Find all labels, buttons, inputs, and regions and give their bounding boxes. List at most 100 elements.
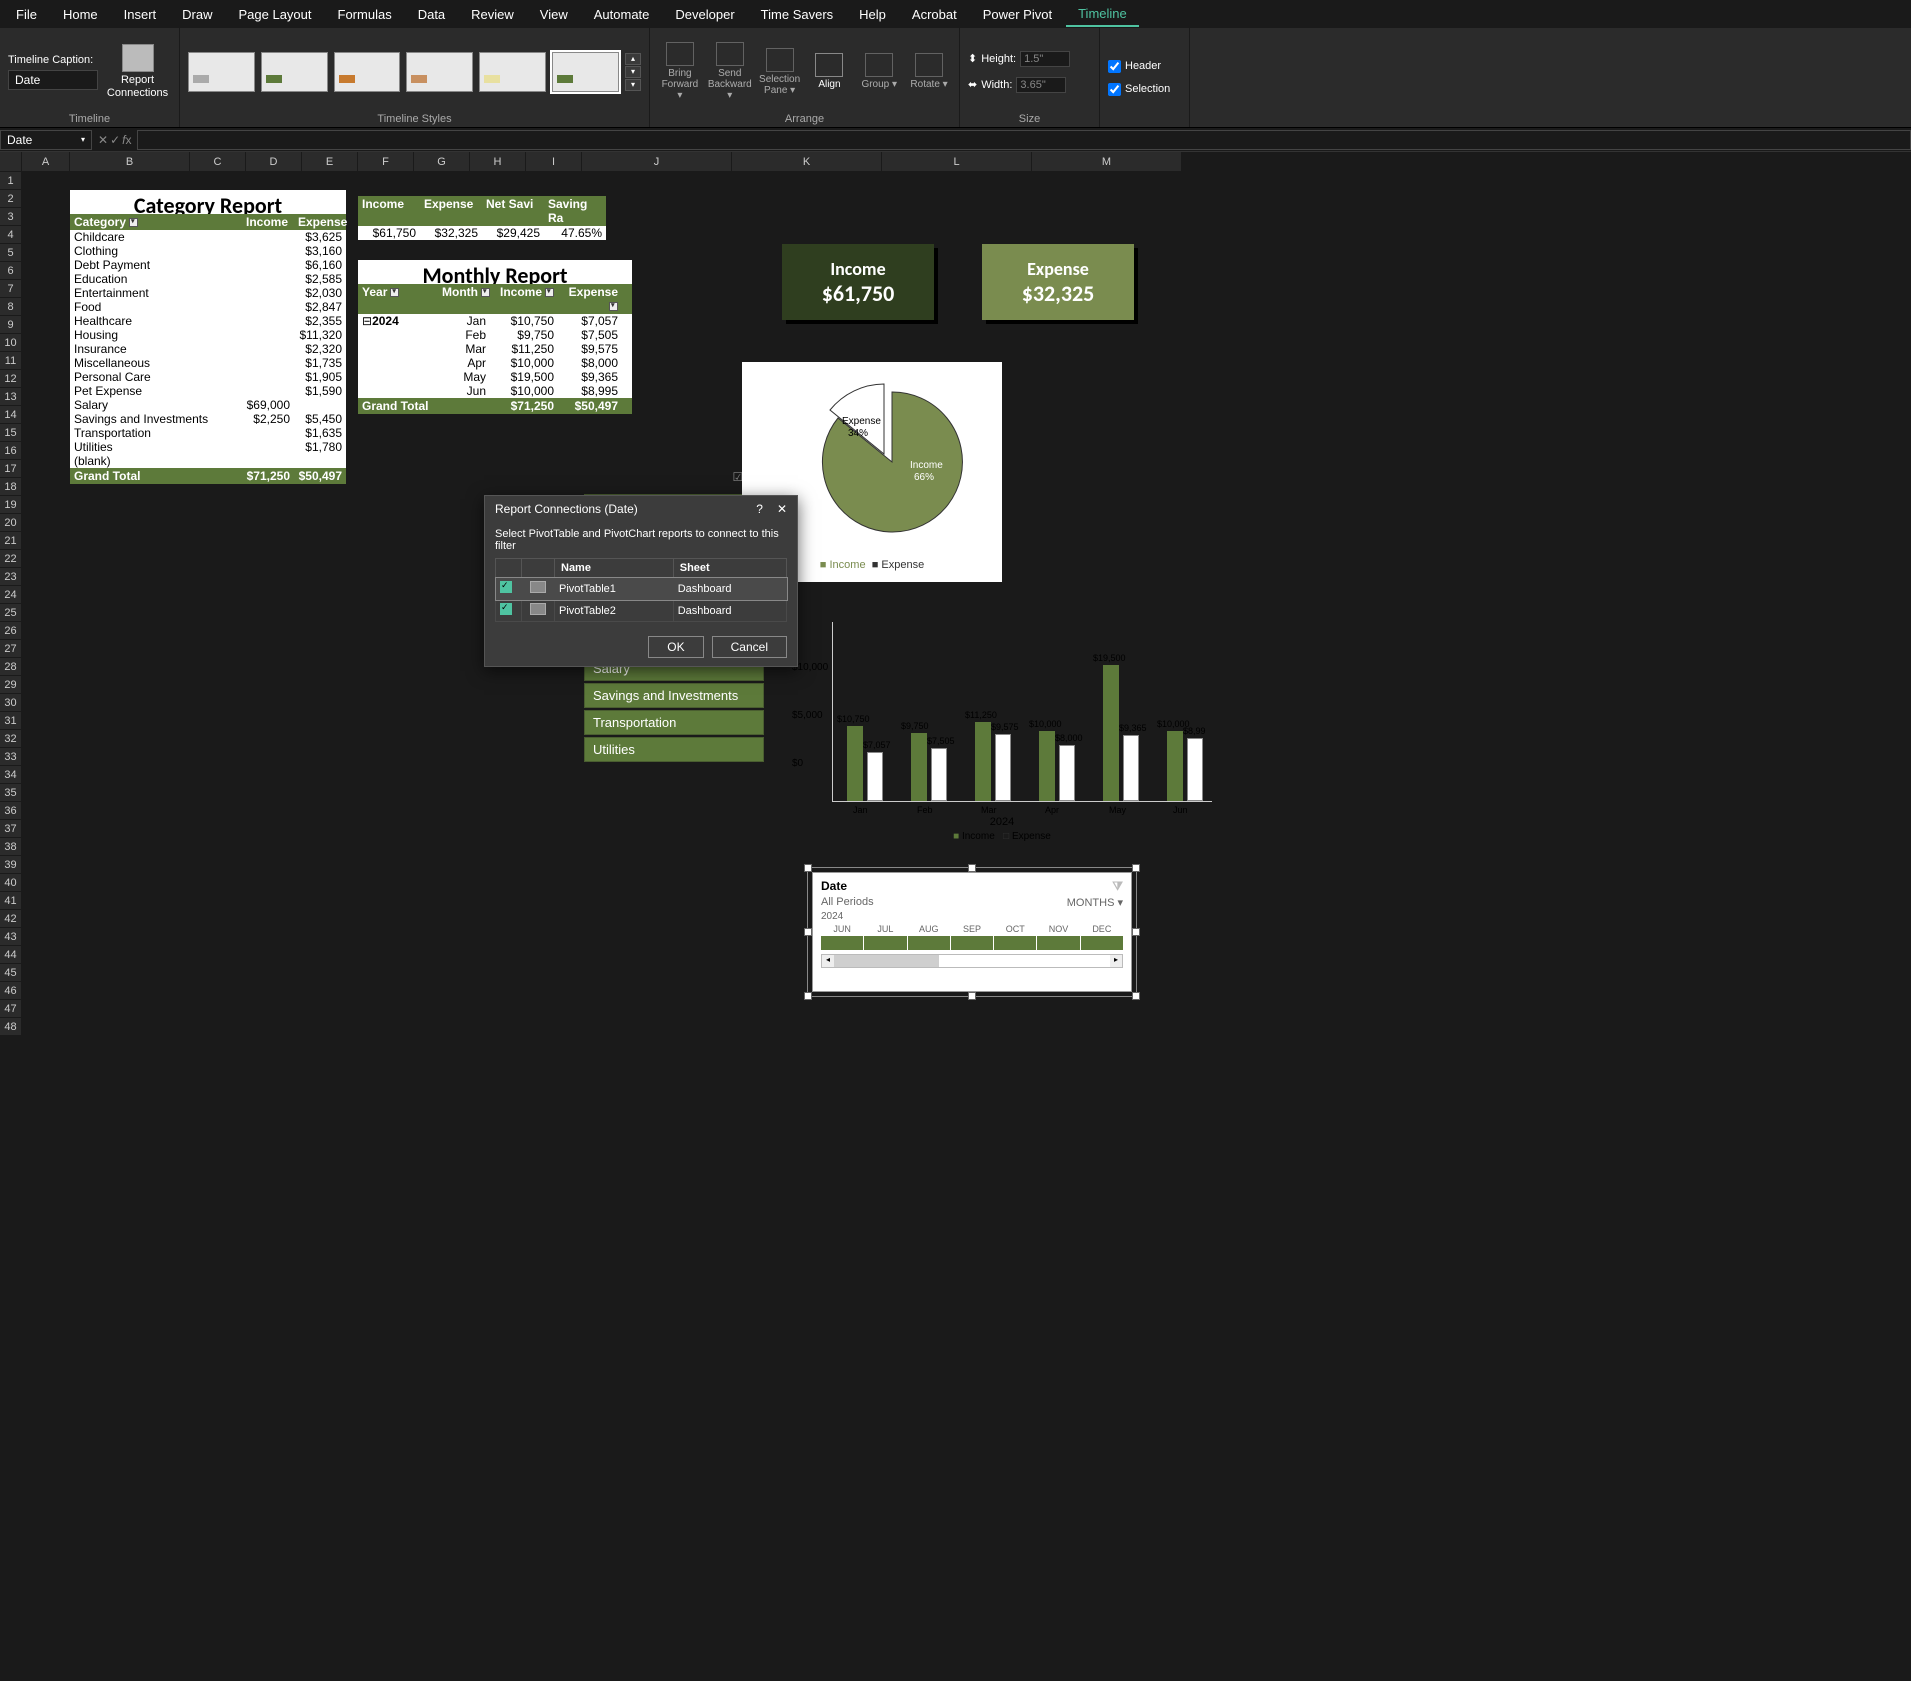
row-header[interactable]: 43	[0, 928, 22, 946]
menu-tab-timeline[interactable]: Timeline	[1066, 2, 1139, 27]
row-header[interactable]: 12	[0, 370, 22, 388]
formula-input[interactable]	[137, 130, 1911, 150]
row-header[interactable]: 42	[0, 910, 22, 928]
row-header[interactable]: 22	[0, 550, 22, 568]
align-button[interactable]: Align	[808, 53, 852, 90]
row-header[interactable]: 14	[0, 406, 22, 424]
row-header[interactable]: 2	[0, 190, 22, 208]
col-header[interactable]: E	[302, 152, 358, 172]
name-box[interactable]: Date▾	[0, 130, 92, 150]
row-header[interactable]: 38	[0, 838, 22, 856]
style-thumb[interactable]	[479, 52, 546, 92]
row-header[interactable]: 8	[0, 298, 22, 316]
slicer-item[interactable]: Transportation	[584, 710, 764, 735]
row-header[interactable]: 40	[0, 874, 22, 892]
group-button[interactable]: Group ▾	[857, 53, 901, 90]
row-header[interactable]: 5	[0, 244, 22, 262]
row-header[interactable]: 18	[0, 478, 22, 496]
row-header[interactable]: 15	[0, 424, 22, 442]
menu-tab-file[interactable]: File	[4, 3, 49, 26]
row-header[interactable]: 35	[0, 784, 22, 802]
row-header[interactable]: 4	[0, 226, 22, 244]
row-header[interactable]: 37	[0, 820, 22, 838]
col-header[interactable]: F	[358, 152, 414, 172]
row-header[interactable]: 17	[0, 460, 22, 478]
slicer-item[interactable]: Utilities	[584, 737, 764, 762]
row-header[interactable]: 47	[0, 1000, 22, 1018]
connection-row[interactable]: PivotTable1Dashboard	[496, 578, 787, 600]
selection-checkbox[interactable]: Selection	[1108, 83, 1170, 96]
menu-tab-power-pivot[interactable]: Power Pivot	[971, 3, 1064, 26]
cancel-icon[interactable]: ✕	[98, 133, 108, 147]
row-header[interactable]: 10	[0, 334, 22, 352]
menu-tab-automate[interactable]: Automate	[582, 3, 662, 26]
menu-tab-insert[interactable]: Insert	[112, 3, 169, 26]
cancel-button[interactable]: Cancel	[712, 636, 787, 658]
rotate-button[interactable]: Rotate ▾	[907, 53, 951, 90]
col-header[interactable]: H	[470, 152, 526, 172]
row-header[interactable]: 36	[0, 802, 22, 820]
col-header[interactable]: L	[882, 152, 1032, 172]
row-header[interactable]: 33	[0, 748, 22, 766]
row-header[interactable]: 20	[0, 514, 22, 532]
row-header[interactable]: 7	[0, 280, 22, 298]
col-header[interactable]: B	[70, 152, 190, 172]
menu-tab-draw[interactable]: Draw	[170, 3, 224, 26]
enter-icon[interactable]: ✓	[110, 133, 120, 147]
menu-tab-page-layout[interactable]: Page Layout	[227, 3, 324, 26]
selection-pane-button[interactable]: SelectionPane ▾	[758, 48, 802, 96]
row-header[interactable]: 30	[0, 694, 22, 712]
style-thumb[interactable]	[406, 52, 473, 92]
gallery-scroll[interactable]: ▴▾▾	[625, 53, 641, 91]
col-header[interactable]: K	[732, 152, 882, 172]
timeline-caption-input[interactable]	[8, 70, 98, 90]
row-header[interactable]: 6	[0, 262, 22, 280]
row-header[interactable]: 23	[0, 568, 22, 586]
timeline-control[interactable]: Date⧩ All PeriodsMONTHS ▾ 2024 JUNJULAUG…	[812, 872, 1132, 992]
menu-tab-help[interactable]: Help	[847, 3, 898, 26]
row-header[interactable]: 19	[0, 496, 22, 514]
style-thumb[interactable]	[552, 52, 619, 92]
col-header[interactable]: D	[246, 152, 302, 172]
height-input[interactable]	[1020, 51, 1070, 67]
row-header[interactable]: 41	[0, 892, 22, 910]
menu-tab-formulas[interactable]: Formulas	[326, 3, 404, 26]
row-header[interactable]: 44	[0, 946, 22, 964]
timeline-scrollbar[interactable]: ◂▸	[821, 954, 1123, 968]
worksheet-grid[interactable]: ABCDEFGHIJKLM 12345678910111213141516171…	[0, 152, 1911, 1672]
row-header[interactable]: 24	[0, 586, 22, 604]
close-icon[interactable]: ✕	[777, 502, 787, 516]
col-header[interactable]: I	[526, 152, 582, 172]
row-header[interactable]: 28	[0, 658, 22, 676]
fx-icon[interactable]: fx	[122, 133, 131, 147]
row-header[interactable]: 34	[0, 766, 22, 784]
col-header[interactable]: A	[22, 152, 70, 172]
row-header[interactable]: 45	[0, 964, 22, 982]
row-header[interactable]: 25	[0, 604, 22, 622]
menu-tab-view[interactable]: View	[528, 3, 580, 26]
report-connections-button[interactable]: Report Connections	[104, 37, 171, 107]
menu-tab-data[interactable]: Data	[406, 3, 457, 26]
menu-tab-acrobat[interactable]: Acrobat	[900, 3, 969, 26]
style-thumb[interactable]	[261, 52, 328, 92]
row-header[interactable]: 1	[0, 172, 22, 190]
row-header[interactable]: 27	[0, 640, 22, 658]
row-header[interactable]: 39	[0, 856, 22, 874]
connections-table[interactable]: NameSheet PivotTable1DashboardPivotTable…	[495, 558, 787, 622]
row-header[interactable]: 29	[0, 676, 22, 694]
ok-button[interactable]: OK	[648, 636, 703, 658]
bring-forward-button[interactable]: BringForward ▾	[658, 42, 702, 101]
slicer-item[interactable]: Savings and Investments	[584, 683, 764, 708]
row-header[interactable]: 3	[0, 208, 22, 226]
row-header[interactable]: 16	[0, 442, 22, 460]
timeline-style-gallery[interactable]: ▴▾▾	[188, 32, 641, 111]
row-header[interactable]: 13	[0, 388, 22, 406]
row-header[interactable]: 21	[0, 532, 22, 550]
row-header[interactable]: 31	[0, 712, 22, 730]
width-input[interactable]	[1016, 77, 1066, 93]
row-header[interactable]: 26	[0, 622, 22, 640]
row-header[interactable]: 9	[0, 316, 22, 334]
row-header[interactable]: 46	[0, 982, 22, 1000]
header-checkbox[interactable]: Header	[1108, 60, 1161, 73]
menu-tab-home[interactable]: Home	[51, 3, 110, 26]
